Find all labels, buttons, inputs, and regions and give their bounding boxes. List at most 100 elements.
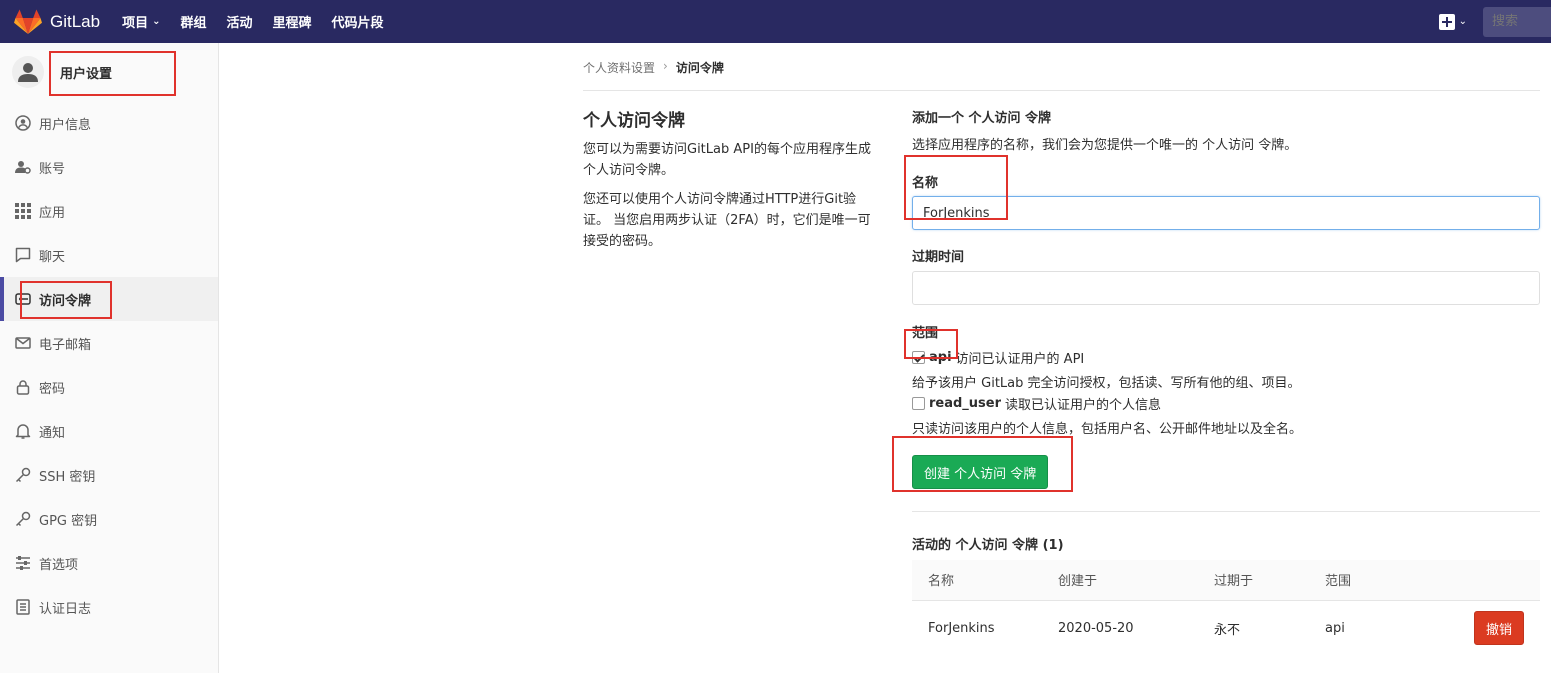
expires-at-input[interactable] <box>912 271 1540 305</box>
sidebar-item-profile[interactable]: 用户信息 <box>0 101 218 145</box>
nav-link-projects[interactable]: 项目 ⌄ <box>122 12 160 31</box>
preferences-icon <box>16 556 30 570</box>
log-icon <box>16 599 30 615</box>
nav-link-groups[interactable]: 群组 <box>181 12 207 31</box>
sidebar-item-label: 通知 <box>39 425 66 441</box>
token-icon <box>15 293 31 305</box>
breadcrumb-current[interactable]: 访问令牌 <box>676 59 724 76</box>
form-description: 选择应用程序的名称，我们会为您提供一个唯一的 个人访问 令牌。 <box>912 138 1298 153</box>
breadcrumb-parent[interactable]: 个人资料设置 <box>583 59 655 76</box>
sidebar-item-ssh-keys[interactable]: SSH 密钥 <box>0 453 218 497</box>
brand-name: GitLab <box>50 11 101 31</box>
column-header-created: 创建于 <box>1058 560 1214 601</box>
sidebar-item-label: 聊天 <box>39 249 66 265</box>
name-label: 名称 <box>912 176 939 191</box>
chat-icon <box>15 247 31 263</box>
new-dropdown-button[interactable]: ⌄ <box>1438 13 1467 30</box>
scopes-label: 范围 <box>912 326 939 341</box>
chevron-right-icon: › <box>663 59 668 73</box>
token-form: 添加一个 个人访问 令牌 选择应用程序的名称，我们会为您提供一个唯一的 个人访问… <box>912 107 1540 656</box>
page-title: 个人访问令牌 <box>583 111 685 131</box>
scope-name: read_user <box>929 395 1002 411</box>
token-name-input[interactable] <box>912 196 1540 230</box>
settings-sidebar: 用户设置 用户信息 账号 应用 聊天 访问令牌 电子邮箱 密码 通知 SSH 密… <box>0 43 219 673</box>
sidebar-item-applications[interactable]: 应用 <box>0 189 218 233</box>
sidebar-item-emails[interactable]: 电子邮箱 <box>0 321 218 365</box>
top-navbar: GitLab 项目 ⌄ 群组 活动 里程碑 代码片段 ⌄ <box>0 0 1551 43</box>
nav-link-activity[interactable]: 活动 <box>227 12 253 31</box>
token-created-cell: 2020-05-20 <box>1058 620 1134 636</box>
scope-help: 给予该用户 GitLab 完全访问授权，包括读、写所有他的组、项目。 <box>912 376 1301 391</box>
sidebar-item-label: 首选项 <box>39 557 79 573</box>
sidebar-item-password[interactable]: 密码 <box>0 365 218 409</box>
sidebar-item-chat[interactable]: 聊天 <box>0 233 218 277</box>
applications-icon <box>15 203 31 219</box>
gitlab-tanuki-icon <box>14 9 42 34</box>
scope-api-checkbox[interactable] <box>912 350 925 364</box>
token-expires-cell: 永不 <box>1214 622 1241 638</box>
column-header-actions <box>1455 560 1540 601</box>
sidebar-item-label: 认证日志 <box>39 601 92 617</box>
sidebar-title: 用户设置 <box>60 66 113 82</box>
breadcrumb: 个人资料设置 › 访问令牌 <box>583 59 1540 91</box>
nav-link-milestones[interactable]: 里程碑 <box>273 12 312 31</box>
scope-read-user-checkbox[interactable] <box>912 396 925 410</box>
active-tokens-title: 活动的 个人访问 令牌 (1) <box>912 538 1064 553</box>
sidebar-header[interactable]: 用户设置 <box>0 43 218 101</box>
chevron-down-icon: ⌄ <box>152 16 161 27</box>
nav-links: 项目 ⌄ 群组 活动 里程碑 代码片段 <box>122 12 403 31</box>
token-name-cell: ForJenkins <box>928 620 995 636</box>
active-tokens-table: 名称 创建于 过期于 范围 ForJenkins 2020-05-20 永不 a… <box>912 560 1540 656</box>
sidebar-item-gpg-keys[interactable]: GPG 密钥 <box>0 497 218 541</box>
nav-link-label: 项目 <box>122 16 149 31</box>
column-header-scopes: 范围 <box>1325 560 1455 601</box>
sidebar-item-label: 账号 <box>39 161 66 177</box>
intro-paragraph-2: 您还可以使用个人访问令牌通过HTTP进行Git验证。 当您启用两步认证（2FA）… <box>583 192 871 249</box>
sidebar-item-label: SSH 密钥 <box>39 469 96 485</box>
token-scopes-cell: api <box>1325 620 1345 636</box>
bell-icon <box>15 424 31 439</box>
sidebar-item-label: 密码 <box>39 381 66 397</box>
revoke-button[interactable]: 撤销 <box>1474 611 1524 646</box>
sidebar-item-label: GPG 密钥 <box>39 513 98 529</box>
table-row: ForJenkins 2020-05-20 永不 api 撤销 <box>912 600 1540 656</box>
profile-icon <box>15 115 31 131</box>
scope-api: api 访问已认证用户的 API <box>912 347 1540 367</box>
email-icon <box>15 337 31 349</box>
expires-label: 过期时间 <box>912 250 965 265</box>
scope-read-user: read_user 读取已认证用户的个人信息 <box>912 393 1540 413</box>
sidebar-item-label: 用户信息 <box>39 117 92 133</box>
sidebar-item-access-tokens[interactable]: 访问令牌 <box>0 277 218 321</box>
key-icon <box>15 467 31 483</box>
create-token-button[interactable]: 创建 个人访问 令牌 <box>912 455 1049 489</box>
chevron-down-icon: ⌄ <box>1458 16 1467 27</box>
section-divider <box>912 511 1540 512</box>
navbar-right: ⌄ <box>1438 0 1551 43</box>
scope-help: 只读访问该用户的个人信息，包括用户名、公开邮件地址以及全名。 <box>912 422 1303 437</box>
lock-icon <box>16 380 30 395</box>
table-header-row: 名称 创建于 过期于 范围 <box>912 560 1540 601</box>
search-input[interactable] <box>1483 6 1551 37</box>
scope-description: 读取已认证用户的个人信息 <box>1005 397 1162 413</box>
account-icon <box>15 161 31 174</box>
nav-link-snippets[interactable]: 代码片段 <box>332 12 384 31</box>
user-icon <box>18 63 38 82</box>
sidebar-item-account[interactable]: 账号 <box>0 145 218 189</box>
sidebar-item-authentication-log[interactable]: 认证日志 <box>0 585 218 629</box>
sidebar-item-label: 应用 <box>39 205 66 221</box>
key-icon <box>15 511 31 527</box>
scope-name: api <box>929 349 952 365</box>
intro-paragraph-1: 您可以为需要访问GitLab API的每个应用程序生成个人访问令牌。 <box>583 142 871 178</box>
intro-column: 个人访问令牌 您可以为需要访问GitLab API的每个应用程序生成个人访问令牌… <box>583 106 883 260</box>
sidebar-item-label: 访问令牌 <box>39 293 92 309</box>
sidebar-item-notifications[interactable]: 通知 <box>0 409 218 453</box>
sidebar-item-preferences[interactable]: 首选项 <box>0 541 218 585</box>
plus-icon <box>1438 13 1455 30</box>
sidebar-item-label: 电子邮箱 <box>39 337 92 353</box>
column-header-name: 名称 <box>912 560 1058 601</box>
avatar <box>12 56 44 88</box>
gitlab-logo[interactable]: GitLab <box>14 9 100 35</box>
column-header-expires: 过期于 <box>1214 560 1325 601</box>
form-title: 添加一个 个人访问 令牌 <box>912 111 1052 126</box>
token-actions-cell: 撤销 <box>1455 600 1540 656</box>
